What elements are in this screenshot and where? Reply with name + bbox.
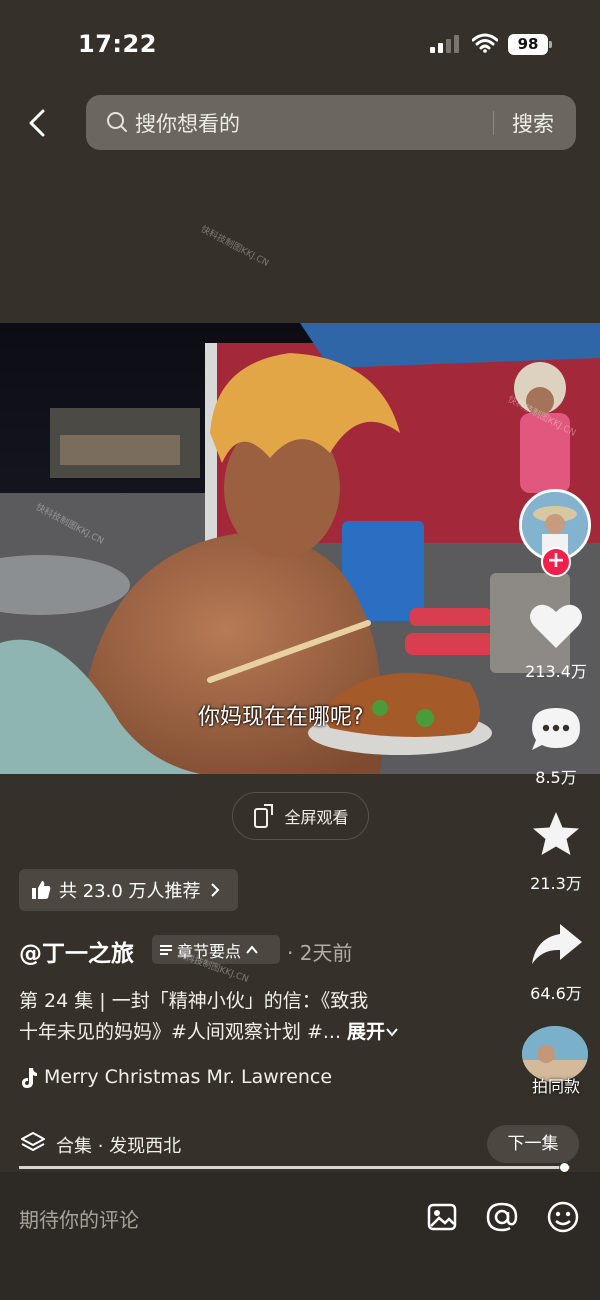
- collection-label[interactable]: 合集 · 发现西北: [56, 1132, 181, 1158]
- status-time: 17:22: [78, 30, 157, 58]
- description-text: 十年未见的妈妈》#人间观察计划 #...: [19, 1021, 341, 1043]
- same-style-label[interactable]: 拍同款: [518, 1073, 594, 1097]
- layers-icon: [21, 1132, 45, 1151]
- recommend-button[interactable]: 共 23.0 万人推荐: [19, 869, 238, 911]
- battery-level: 98: [508, 34, 548, 55]
- author-name[interactable]: @丁一之旅: [19, 934, 134, 968]
- description-line-1: 第 24 集 | 一封「精神小伙」的信：《致我: [19, 990, 369, 1012]
- favorite-count: 21.3万: [530, 874, 582, 893]
- comment-count: 8.5万: [535, 768, 577, 787]
- follow-button[interactable]: +: [541, 547, 571, 577]
- progress-thumb[interactable]: [560, 1163, 569, 1172]
- music-title[interactable]: Merry Christmas Mr. Lawrence: [44, 1066, 374, 1088]
- description-line-2: 十年未见的妈妈》#人间观察计划 #... 展开: [19, 1017, 399, 1044]
- comment-bar: [0, 1172, 600, 1300]
- post-time: · 2天前: [287, 941, 353, 965]
- emoji-icon[interactable]: [546, 1200, 580, 1234]
- tiktok-note-icon: [22, 1068, 37, 1088]
- chevron-left-icon: [29, 109, 45, 137]
- cellular-signal-icon: [430, 35, 459, 53]
- thumbs-up-icon: [32, 881, 51, 899]
- back-button[interactable]: [20, 106, 54, 140]
- heart-icon[interactable]: [528, 602, 584, 652]
- star-icon[interactable]: [528, 810, 584, 860]
- watermark: 快科技制图KKJ.CN: [198, 224, 271, 269]
- like-count: 213.4万: [525, 662, 587, 681]
- mention-icon[interactable]: [485, 1200, 519, 1234]
- fullscreen-label: 全屏观看: [284, 808, 349, 827]
- search-divider: [493, 111, 494, 135]
- comment-icon[interactable]: [528, 704, 584, 754]
- recommend-label: 共 23.0 万人推荐: [59, 881, 201, 902]
- search-button[interactable]: 搜索: [512, 108, 554, 138]
- chevron-down-icon: [386, 1028, 398, 1037]
- battery-tip: [549, 41, 552, 48]
- share-icon[interactable]: [528, 920, 584, 970]
- chevron-right-icon: [210, 883, 219, 897]
- progress-fill: [19, 1166, 559, 1169]
- chevron-up-icon: [246, 944, 258, 954]
- wifi-icon: [472, 33, 498, 53]
- image-icon[interactable]: [425, 1200, 459, 1234]
- comment-input[interactable]: 期待你的评论: [19, 1204, 139, 1233]
- search-icon: [107, 112, 127, 132]
- next-episode-button[interactable]: 下一集: [487, 1125, 579, 1163]
- share-count: 64.6万: [530, 984, 582, 1003]
- expand-button[interactable]: 展开: [347, 1021, 399, 1043]
- search-input[interactable]: 搜你想看的: [135, 108, 240, 138]
- video-subtitle: 你妈现在在哪呢?: [198, 705, 364, 730]
- list-icon: [160, 944, 172, 955]
- rotate-phone-icon: [254, 804, 274, 828]
- fullscreen-button[interactable]: 全屏观看: [232, 792, 369, 840]
- expand-label: 展开: [347, 1021, 386, 1043]
